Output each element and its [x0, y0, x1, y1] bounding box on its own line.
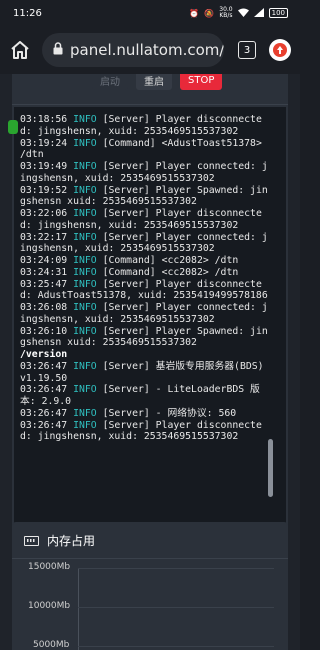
memory-chart: 15000Mb 10000Mb 5000Mb [12, 562, 288, 650]
mic-indicator-icon [8, 120, 18, 134]
y-tick-label: 5000Mb [33, 640, 70, 650]
log-level: INFO [73, 231, 97, 243]
y-tick-label: 15000Mb [28, 562, 71, 572]
log-timestamp: 03:26:08 [20, 302, 74, 313]
status-bar: 11:26 ⏰ 🔕 30.0 KB/s 100 [0, 0, 300, 26]
gridline [78, 568, 274, 569]
log-level: INFO [73, 419, 97, 431]
log-timestamp: 03:25:47 [20, 278, 74, 290]
log-timestamp: 03:26:47 [20, 384, 74, 396]
tab-switcher-button[interactable]: 3 [238, 41, 256, 59]
restart-button[interactable]: 重启 [136, 74, 172, 90]
console-line: 03:24:09 INFO [Command] <cc2082> /dtn [20, 255, 268, 267]
console-scrollbar[interactable] [268, 439, 273, 497]
log-level: INFO [73, 407, 97, 419]
console-line: 03:25:47 INFO [Server] Player disconnect… [20, 279, 268, 303]
memory-title: 内存占用 [47, 534, 96, 548]
log-level: INFO [73, 137, 97, 149]
console-line: 03:22:17 INFO [Server] Player connected:… [20, 232, 268, 256]
log-level: INFO [73, 302, 97, 313]
log-level: INFO [73, 184, 97, 196]
console-line: 03:18:56 INFO [Server] Player disconnect… [20, 114, 268, 138]
clock: 11:26 [13, 7, 42, 19]
log-timestamp: 03:22:17 [20, 231, 74, 243]
divider [12, 104, 288, 105]
console-output[interactable]: 03:18:56 INFO [Server] Player disconnect… [14, 107, 286, 535]
log-level: INFO [73, 161, 97, 172]
log-level: INFO [73, 266, 97, 278]
console-line: 03:26:10 INFO [Server] Player Spawned: j… [20, 326, 268, 350]
log-timestamp: 03:19:24 [20, 137, 74, 149]
log-level: INFO [73, 384, 97, 396]
log-level: INFO [73, 255, 97, 266]
console-line: 03:26:47 INFO [Server] 基岩版专用服务器(BDS) v1.… [20, 361, 268, 385]
console-log: 03:18:56 INFO [Server] Player disconnect… [20, 114, 268, 443]
address-bar[interactable]: panel.nullatom.com/s [42, 33, 224, 67]
divider [12, 558, 288, 559]
log-timestamp: 03:26:47 [20, 360, 74, 372]
signal-icon [253, 7, 264, 19]
console-line: 03:24:31 INFO [Command] <cc2082> /dtn [20, 267, 268, 279]
log-timestamp: 03:18:56 [20, 114, 74, 125]
wifi-icon [237, 8, 249, 19]
status-icons: ⏰ 🔕 30.0 KB/s 100 [189, 7, 288, 19]
log-timestamp: 03:24:31 [20, 266, 74, 278]
home-icon[interactable] [8, 38, 32, 62]
console-line: 03:26:47 INFO [Server] Player disconnect… [20, 420, 268, 444]
log-level: INFO [73, 325, 97, 337]
log-timestamp: 03:19:52 [20, 184, 74, 196]
log-message: [Command] <cc2082> /dtn [96, 255, 239, 266]
console-card: 启动 重启 STOP 03:18:56 INFO [Server] Player… [8, 74, 288, 586]
battery-icon: 100 [268, 8, 288, 18]
server-controls: 启动 重启 STOP [92, 74, 223, 90]
console-line: 03:26:47 INFO [Server] - 网络协议: 560 [20, 408, 268, 420]
url-text: panel.nullatom.com/s [70, 41, 224, 59]
alarm-icon: ⏰ [189, 8, 200, 18]
page-content: 启动 重启 STOP 03:18:56 INFO [Server] Player… [0, 74, 300, 650]
log-level: INFO [73, 114, 97, 125]
console-line: 03:26:08 INFO [Server] Player connected:… [20, 302, 268, 326]
log-level: INFO [73, 360, 97, 372]
lock-icon [53, 41, 63, 59]
log-level: INFO [73, 208, 97, 219]
log-timestamp: 03:19:49 [20, 161, 74, 172]
gridline [78, 646, 274, 647]
log-timestamp: 03:26:47 [20, 419, 74, 431]
log-timestamp: 03:26:10 [20, 325, 74, 337]
mute-icon: 🔕 [204, 8, 215, 18]
console-line: 03:22:06 INFO [Server] Player disconnect… [20, 208, 268, 232]
log-message: [Server] - 网络协议: 560 [96, 407, 237, 419]
profile-update-icon[interactable] [269, 39, 291, 61]
log-message: [Command] <cc2082> /dtn [96, 266, 239, 278]
console-line: /version [20, 349, 68, 360]
console-line: 03:19:49 INFO [Server] Player connected:… [20, 161, 268, 185]
console-line: 03:19:24 INFO [Command] <AdustToast51378… [20, 138, 268, 162]
start-button[interactable]: 启动 [92, 74, 128, 90]
memory-card-header: 内存占用 [24, 532, 95, 549]
network-speed: 30.0 KB/s [219, 6, 233, 19]
stop-button[interactable]: STOP [180, 74, 223, 90]
log-timestamp: 03:24:09 [20, 255, 74, 266]
log-timestamp: 03:26:47 [20, 407, 74, 419]
gridline [78, 607, 274, 608]
memory-card: 内存占用 15000Mb 10000Mb 5000Mb [12, 522, 288, 650]
y-tick-label: 10000Mb [28, 601, 71, 611]
console-line: 03:19:52 INFO [Server] Player Spawned: j… [20, 185, 268, 209]
browser-toolbar: panel.nullatom.com/s 3 [0, 26, 300, 74]
chart-y-axis [78, 568, 79, 650]
memory-icon [24, 535, 39, 546]
log-timestamp: 03:22:06 [20, 208, 74, 219]
log-level: INFO [73, 278, 97, 290]
console-line: 03:26:47 INFO [Server] - LiteLoaderBDS 版… [20, 384, 268, 408]
